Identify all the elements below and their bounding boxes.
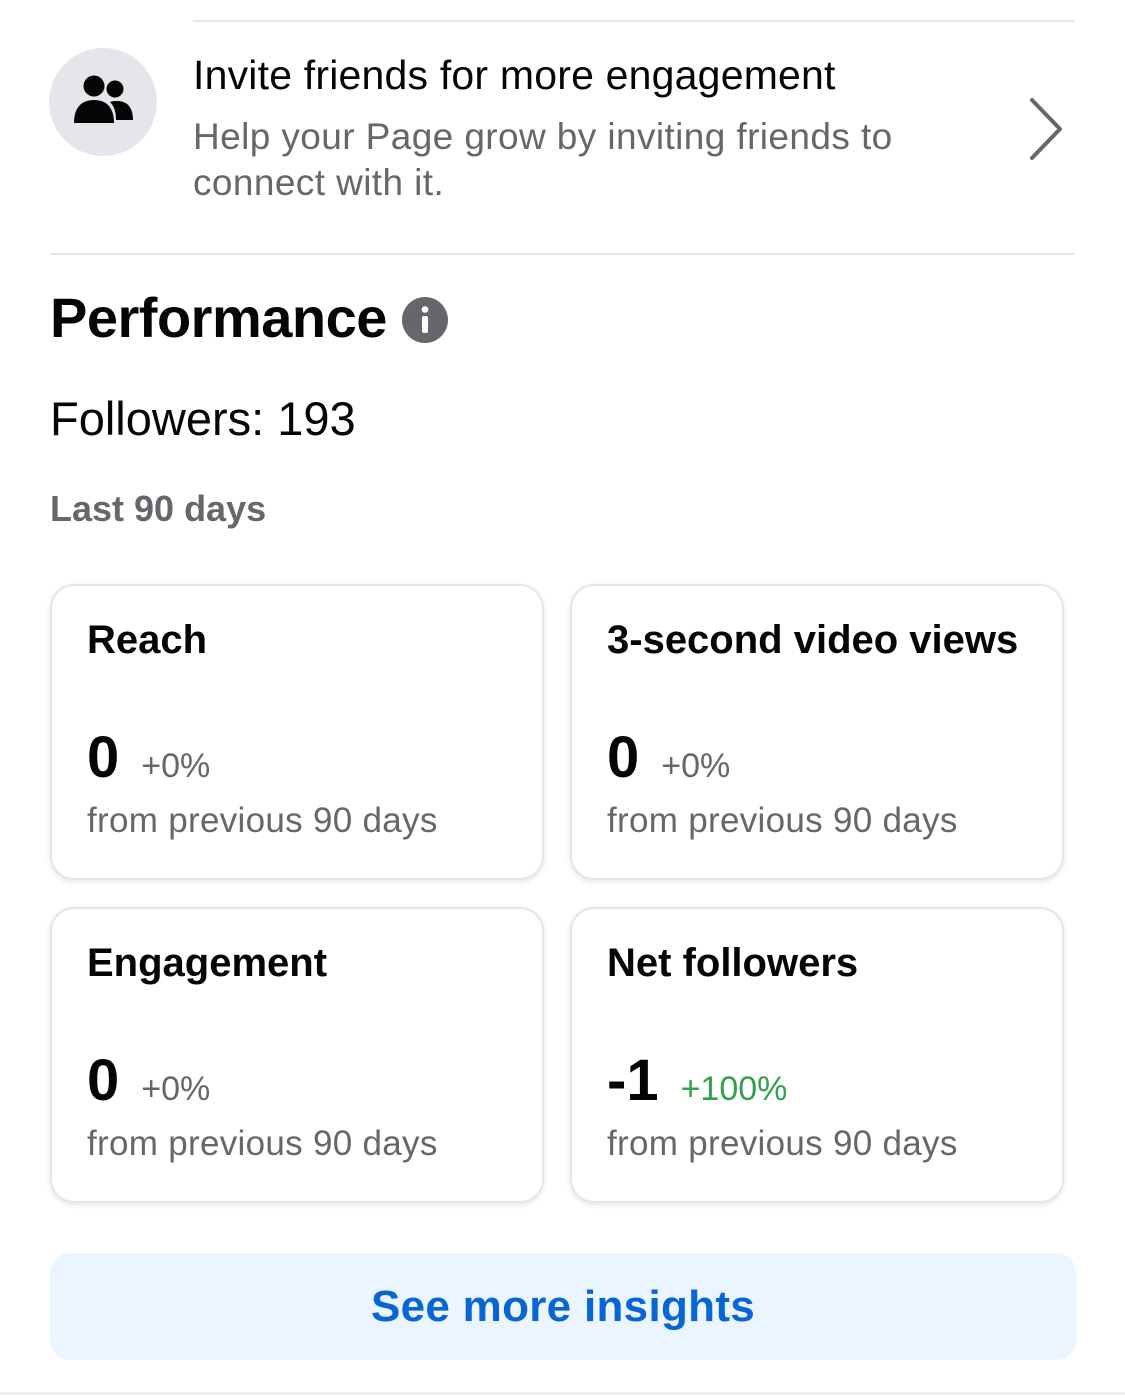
see-more-insights-button[interactable]: See more insights — [50, 1253, 1076, 1360]
metric-value: 0 — [607, 725, 640, 790]
metric-card-net-followers[interactable]: Net followers -1 +100% from previous 90 … — [570, 907, 1064, 1203]
section-divider — [50, 253, 1075, 255]
period-label: Last 90 days — [50, 488, 267, 529]
metric-card-reach[interactable]: Reach 0 +0% from previous 90 days — [50, 584, 544, 880]
metric-value-row: 0 +0% — [87, 726, 210, 790]
metric-comparison: from previous 90 days — [607, 801, 958, 840]
bottom-divider — [0, 1392, 1125, 1395]
metric-comparison: from previous 90 days — [607, 1124, 958, 1163]
metric-card-engagement[interactable]: Engagement 0 +0% from previous 90 days — [50, 907, 544, 1203]
info-icon[interactable] — [401, 296, 449, 344]
chevron-right-icon[interactable] — [1020, 94, 1070, 164]
metric-value: 0 — [87, 725, 120, 790]
metric-value-row: -1 +100% — [607, 1049, 787, 1113]
metric-title: Engagement — [87, 941, 328, 985]
metric-value-row: 0 +0% — [87, 1049, 210, 1113]
metric-change: +0% — [141, 747, 211, 785]
performance-header: Performance — [50, 282, 449, 354]
invite-title: Invite friends for more engagement — [193, 52, 836, 98]
people-icon — [72, 74, 134, 131]
metric-change: +0% — [141, 1070, 211, 1108]
metric-change: +0% — [661, 747, 731, 785]
invite-description: Help your Page grow by inviting friends … — [193, 116, 893, 203]
metric-comparison: from previous 90 days — [87, 801, 438, 840]
metric-value: 0 — [87, 1048, 120, 1113]
metric-card-video-views[interactable]: 3-second video views 0 +0% from previous… — [570, 584, 1064, 880]
metric-change: +100% — [680, 1070, 788, 1108]
metric-title: Reach — [87, 618, 208, 662]
invite-avatar — [49, 48, 157, 156]
metric-value: -1 — [607, 1048, 659, 1113]
metric-comparison: from previous 90 days — [87, 1124, 438, 1163]
performance-title: Performance — [50, 286, 387, 349]
metric-title: 3-second video views — [607, 618, 1019, 662]
followers-count: Followers: 193 — [50, 392, 356, 445]
metric-title: Net followers — [607, 941, 859, 985]
metric-value-row: 0 +0% — [607, 726, 730, 790]
invite-friends-row[interactable]: Invite friends for more engagement Help … — [0, 22, 1125, 253]
